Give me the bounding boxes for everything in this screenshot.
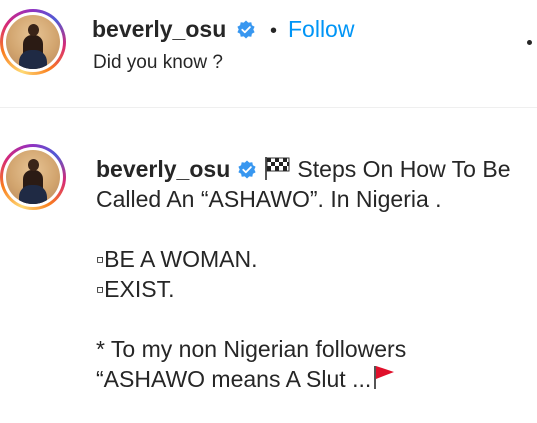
caption-line-6: “ASHAWO means A Slut ... (96, 364, 537, 394)
verified-badge-icon (237, 20, 255, 39)
caption-profile-photo (6, 150, 60, 204)
more-options-icon[interactable] (527, 40, 532, 45)
caption-line-3: ▫BE A WOMAN. (96, 246, 258, 272)
caption-line-1: beverly_osu Steps On How To Be (96, 154, 537, 184)
caption-line-4: ▫EXIST. (96, 276, 175, 302)
header-username[interactable]: beverly_osu (92, 16, 226, 43)
caption-line-1-text: Steps On How To Be (297, 156, 511, 182)
chequered-flag-icon (265, 157, 290, 180)
profile-photo (6, 15, 60, 69)
follow-button[interactable]: Follow (288, 16, 354, 43)
post-header: beverly_osu • Follow Did you know ? (0, 0, 537, 108)
caption-line-5: * To my non Nigerian followers (96, 336, 407, 362)
caption-line-6-text: “ASHAWO means A Slut ... (96, 366, 372, 392)
caption-username[interactable]: beverly_osu (96, 156, 230, 182)
post-subtitle: Did you know ? (93, 52, 223, 73)
post-caption: beverly_osu Steps On How To Be Called An… (96, 154, 537, 394)
verified-badge-icon (238, 160, 256, 179)
caption-avatar[interactable] (0, 144, 66, 210)
caption-line-2: Called An “ASHAWO”. In Nigeria . (96, 186, 442, 212)
separator-dot: • (270, 20, 278, 42)
avatar[interactable] (0, 9, 66, 75)
red-triangular-flag-icon (374, 366, 395, 389)
